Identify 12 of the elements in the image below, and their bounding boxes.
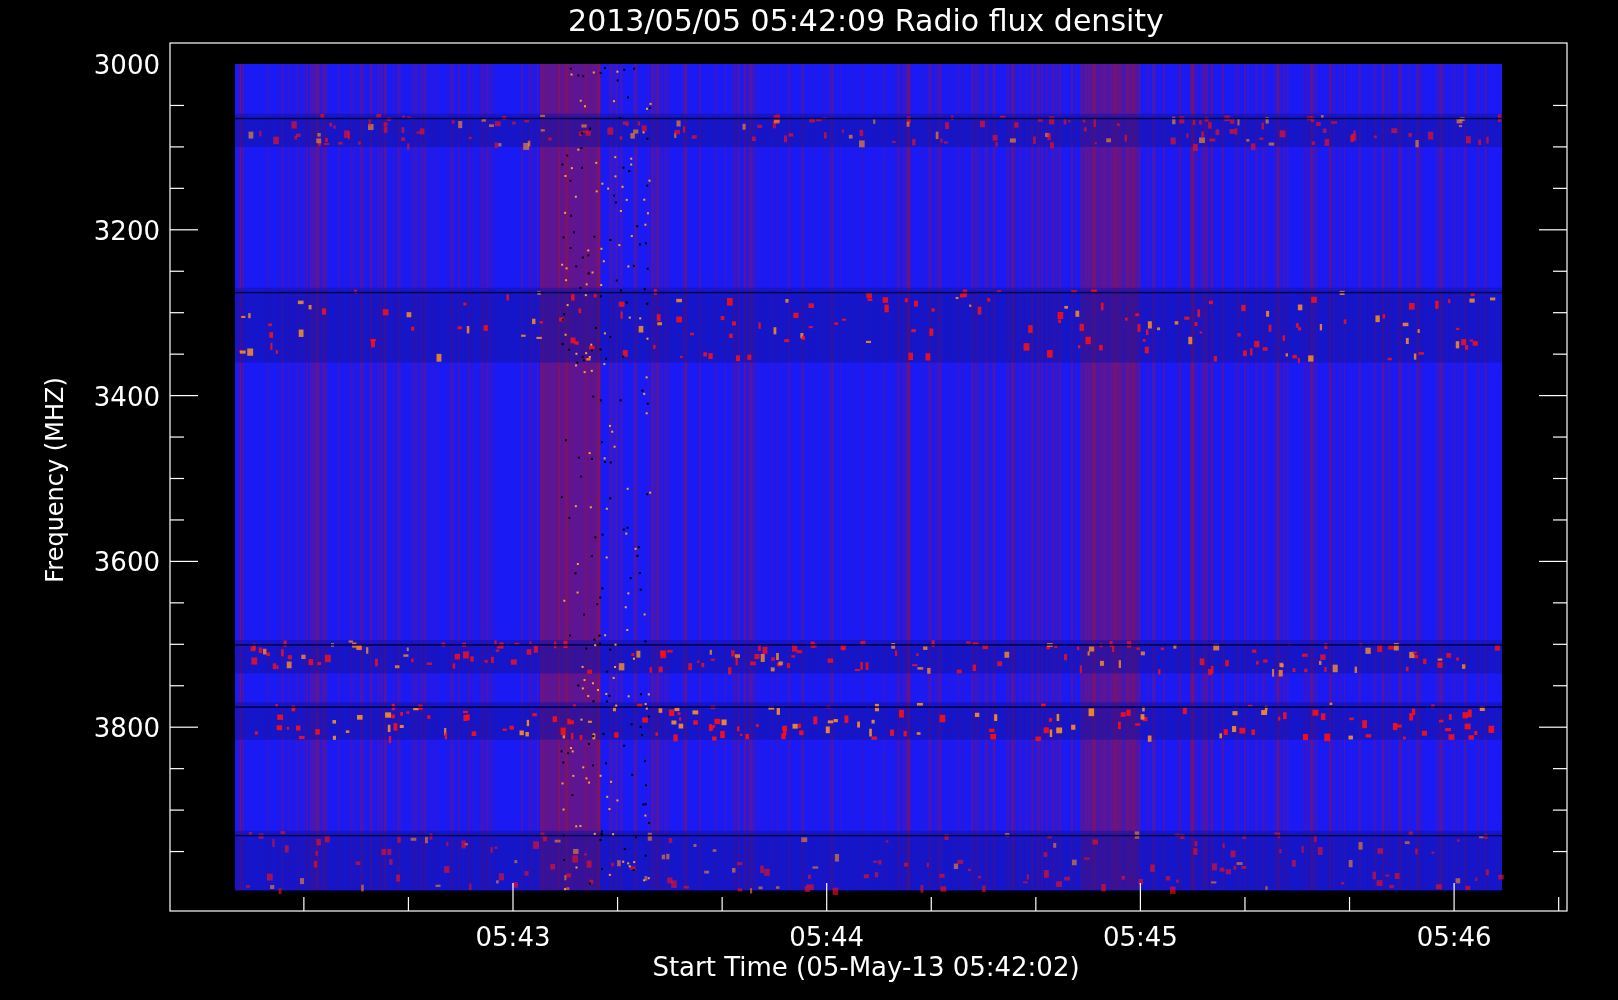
tick-label: 3400: [93, 381, 160, 412]
axis-label: Frequency (MHZ): [41, 377, 69, 583]
tick-label: 05:44: [789, 922, 865, 952]
axis-label: Start Time (05-May-13 05:42:02): [652, 952, 1080, 982]
tick-label: 3000: [93, 50, 160, 80]
tick-label: 05:45: [1102, 922, 1178, 952]
tick-label: 3200: [93, 215, 160, 246]
plot-title: 2013/05/05 05:42:09 Radio flux density: [568, 3, 1164, 38]
tick-label: 3800: [93, 713, 160, 744]
tick-label: 3600: [93, 547, 160, 578]
tick-label: 05:43: [475, 922, 551, 952]
tick-label: 05:46: [1416, 922, 1492, 952]
